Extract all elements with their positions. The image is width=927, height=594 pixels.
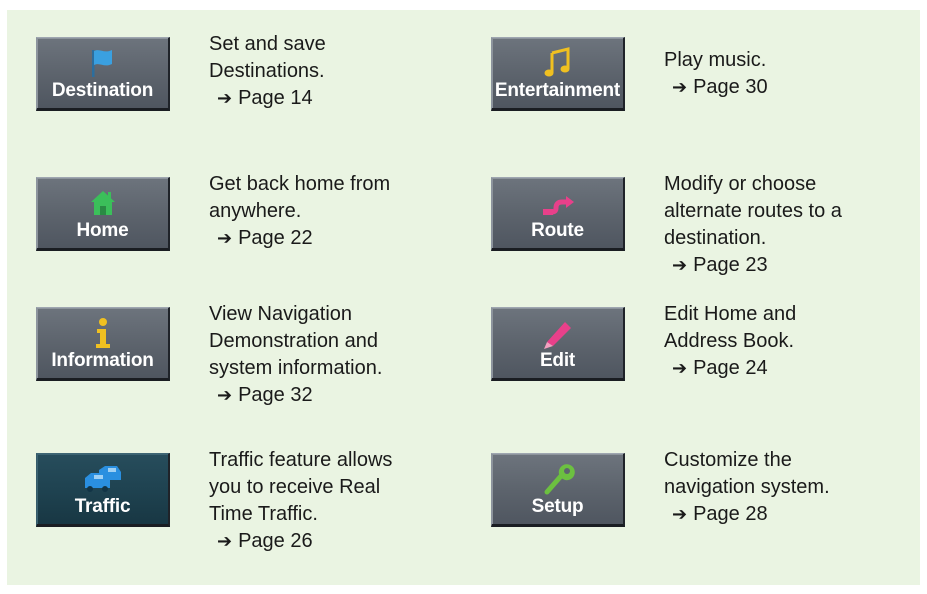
destination-button[interactable]: Destination [36,37,170,111]
page-reference: ➔ Page 30 [664,74,927,101]
traffic-description: Traffic feature allows you to receive Re… [209,447,474,555]
description-line: View Navigation [209,303,353,325]
page-reference: ➔ Page 24 [664,355,927,382]
edit-label: Edit [539,350,576,371]
route-description: Modify or choose alternate routes to a d… [664,171,927,279]
entertainment-button[interactable]: Entertainment [491,37,625,111]
page-reference-text: Page 23 [693,254,768,276]
destination-label: Destination [51,80,154,101]
house-icon [37,186,168,220]
setup-description: Customize the navigation system. ➔ Page 2… [664,447,927,528]
page-reference: ➔ Page 28 [664,501,927,528]
description-line: Address Book. [664,330,795,352]
description-line: you to receive Real [209,476,381,498]
description-line: destination. [664,227,767,249]
entry-edit: Edit Edit Home and Address Book. ➔ Page 2… [491,303,927,437]
description-line: Destinations. [209,60,325,82]
route-icon [492,186,623,220]
help-panel: Destination Set and save Destinations. ➔… [7,10,920,585]
description-line: Get back home from [209,173,391,195]
info-icon [37,316,168,350]
entry-setup: Setup Customize the navigation system. ➔… [491,449,927,583]
arrow-icon: ➔ [217,228,233,249]
description-line: system information. [209,357,383,379]
home-description: Get back home from anywhere. ➔ Page 22 [209,171,474,252]
entry-route: Route Modify or choose alternate routes … [491,173,927,307]
home-button[interactable]: Home [36,177,170,251]
page-reference-text: Page 24 [693,357,768,379]
music-note-icon [492,46,623,80]
route-button[interactable]: Route [491,177,625,251]
description-line: Traffic feature allows [209,449,393,471]
information-button[interactable]: Information [36,307,170,381]
setup-button[interactable]: Setup [491,453,625,527]
traffic-label: Traffic [74,496,131,517]
description-line: Modify or choose [664,173,817,195]
arrow-icon: ➔ [672,255,688,276]
page-reference-text: Page 30 [693,76,768,98]
flag-icon [37,46,168,80]
information-description: View Navigation Demonstration and system… [209,301,474,409]
traffic-button[interactable]: Traffic [36,453,170,527]
page-reference: ➔ Page 26 [209,528,474,555]
route-label: Route [531,220,584,241]
setup-label: Setup [531,496,584,517]
arrow-icon: ➔ [217,531,233,552]
edit-button[interactable]: Edit [491,307,625,381]
arrow-icon: ➔ [217,385,233,406]
home-label: Home [76,220,129,241]
destination-description: Set and save Destinations. ➔ Page 14 [209,31,474,112]
entry-information: Information View Navigation Demonstratio… [36,303,476,437]
information-label: Information [51,350,154,371]
arrow-icon: ➔ [672,358,688,379]
pencil-icon [492,316,623,350]
entertainment-description: Play music. ➔ Page 30 [664,47,927,101]
traffic-cars-icon [37,462,168,496]
page-reference: ➔ Page 32 [209,382,474,409]
arrow-icon: ➔ [672,504,688,525]
arrow-icon: ➔ [217,88,233,109]
page-reference: ➔ Page 14 [209,85,474,112]
page-reference-text: Page 14 [238,87,313,109]
description-line: Play music. [664,49,767,71]
description-line: navigation system. [664,476,830,498]
description-line: Edit Home and [664,303,797,325]
description-line: alternate routes to a [664,200,842,222]
page-reference-text: Page 26 [238,530,313,552]
wrench-icon [492,462,623,496]
description-line: Set and save [209,33,326,55]
entry-home: Home Get back home from anywhere. ➔ Page … [36,173,476,307]
description-line: Customize the [664,449,792,471]
page-reference-text: Page 22 [238,227,313,249]
arrow-icon: ➔ [672,77,688,98]
description-line: Demonstration and [209,330,378,352]
description-line: Time Traffic. [209,503,318,525]
description-line: anywhere. [209,200,302,222]
page-reference: ➔ Page 23 [664,252,927,279]
entry-entertainment: Entertainment Play music. ➔ Page 30 [491,37,927,167]
entertainment-label: Entertainment [494,80,621,101]
entry-destination: Destination Set and save Destinations. ➔… [36,33,476,167]
page-reference-text: Page 32 [238,384,313,406]
entry-traffic: Traffic Traffic feature allows you to re… [36,449,476,583]
page-reference: ➔ Page 22 [209,225,474,252]
page-reference-text: Page 28 [693,503,768,525]
edit-description: Edit Home and Address Book. ➔ Page 24 [664,301,927,382]
